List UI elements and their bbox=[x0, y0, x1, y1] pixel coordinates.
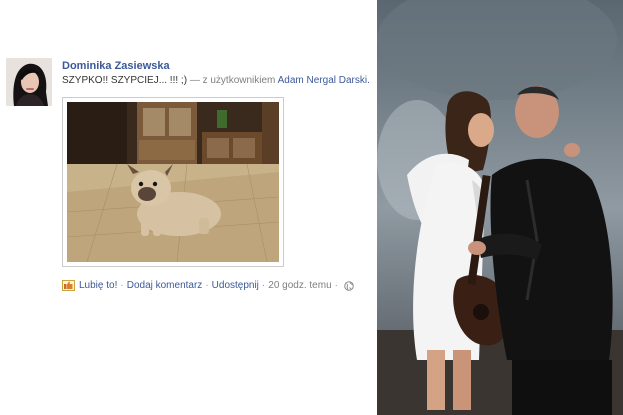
like-button[interactable]: Lubię to! bbox=[79, 280, 117, 291]
timestamp[interactable]: 20 godz. temu bbox=[268, 280, 331, 291]
post-message: SZYPKO!! SZYPCIEJ... !!! ;) — z użytkown… bbox=[62, 75, 374, 86]
separator: · bbox=[120, 280, 124, 291]
share-button[interactable]: Udostępnij bbox=[212, 280, 259, 291]
tagged-user-link[interactable]: Adam Nergal Darski. bbox=[278, 75, 370, 86]
author-name-link[interactable]: Dominika Zasiewska bbox=[62, 60, 170, 72]
globe-icon[interactable] bbox=[344, 280, 354, 291]
comment-button[interactable]: Dodaj komentarz bbox=[127, 280, 203, 291]
facebook-post: Dominika Zasiewska SZYPKO!! SZYPCIEJ... … bbox=[0, 0, 377, 415]
separator: · bbox=[261, 280, 266, 291]
tagged-with-prefix: — z użytkownikiem bbox=[189, 75, 276, 86]
puppy-photo bbox=[67, 102, 279, 262]
avatar[interactable] bbox=[6, 58, 52, 106]
photo-attachment[interactable] bbox=[62, 97, 284, 267]
avatar-image bbox=[6, 58, 52, 106]
couple-kiss-photo bbox=[377, 0, 623, 415]
status-text: SZYPKO!! SZYPCIEJ... !!! ;) bbox=[62, 75, 188, 86]
post-actions-bar: Lubię to! · Dodaj komentarz · Udostępnij… bbox=[62, 280, 354, 291]
separator: · bbox=[205, 280, 209, 291]
thumbs-up-icon bbox=[62, 280, 75, 291]
separator: · bbox=[334, 280, 338, 291]
